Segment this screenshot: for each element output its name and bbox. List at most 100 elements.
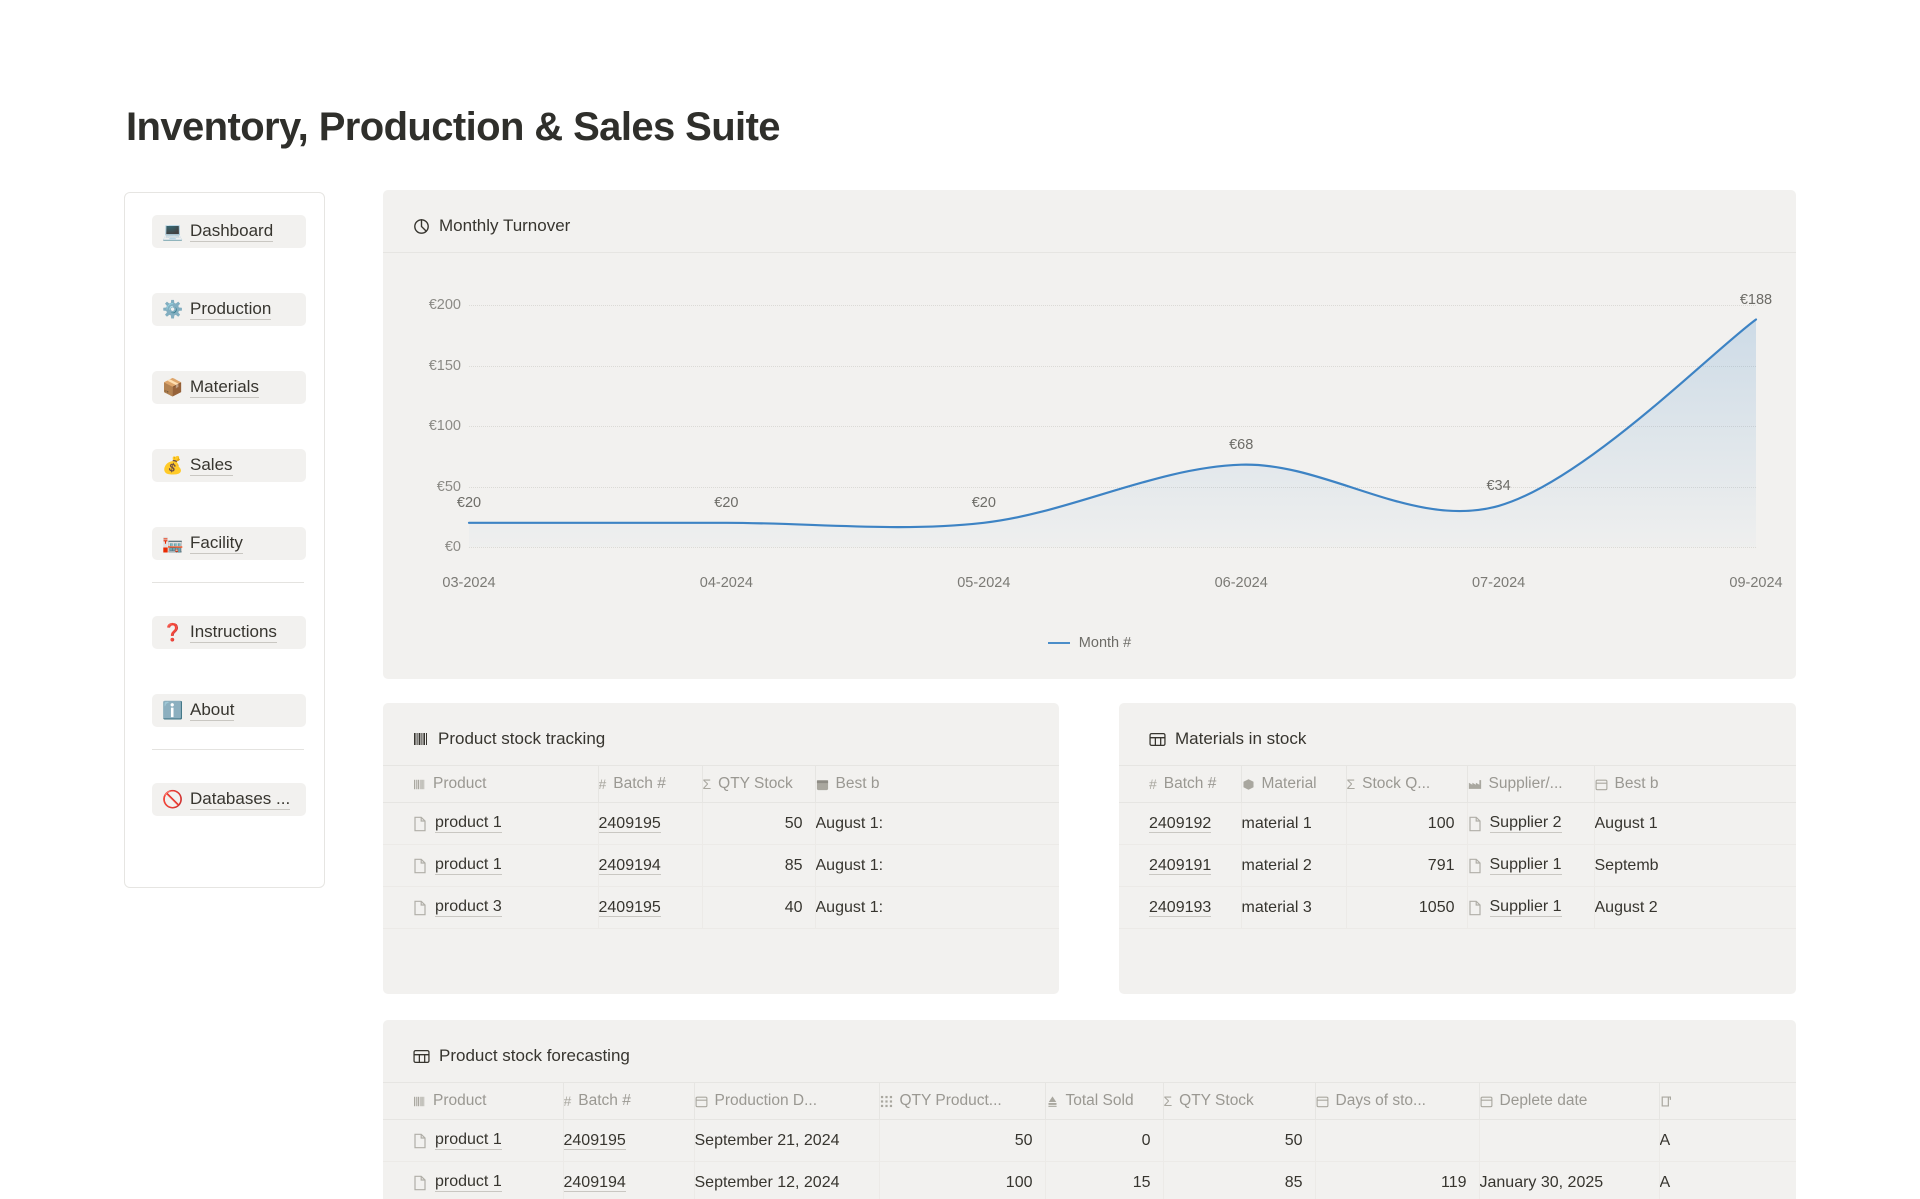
- cell-qty-stock: 50: [702, 802, 816, 845]
- col-extra[interactable]: [1659, 1082, 1796, 1120]
- sidebar-item-instructions[interactable]: ❓ Instructions: [152, 616, 306, 649]
- page-icon: [413, 858, 427, 874]
- col-qty-stock[interactable]: Σ QTY Stock: [1163, 1082, 1316, 1120]
- col-material[interactable]: Material: [1241, 765, 1347, 803]
- table-row[interactable]: 2409191 material 2 791 Supplier 1 Septemb: [1119, 844, 1796, 887]
- cell-batch[interactable]: 2409192: [1119, 802, 1242, 845]
- cell-text: product 3: [435, 898, 502, 917]
- col-product[interactable]: Product: [383, 765, 599, 803]
- col-stock-qty[interactable]: Σ Stock Q...: [1346, 765, 1468, 803]
- table-header-row: Product # Batch # Production D... QTY Pr…: [383, 1082, 1796, 1120]
- cell-text: 2409192: [1149, 814, 1212, 833]
- cell-product[interactable]: product 1: [383, 1161, 564, 1199]
- cell-batch[interactable]: 2409193: [1119, 886, 1242, 929]
- sidebar-item-materials[interactable]: 📦 Materials: [152, 371, 306, 404]
- hash-icon: #: [598, 776, 607, 792]
- cell-batch[interactable]: 2409195: [598, 802, 703, 845]
- table-row[interactable]: product 1 2409194 September 12, 2024 100 15 8…: [383, 1161, 1796, 1199]
- col-batch[interactable]: # Batch #: [598, 765, 703, 803]
- cell-text: product 1: [435, 856, 502, 875]
- cell-batch[interactable]: 2409195: [563, 1119, 695, 1162]
- prohibited-icon: 🚫: [162, 790, 184, 809]
- table-row[interactable]: product 1 2409195 50 August 1:: [383, 802, 1059, 845]
- page-icon: [1468, 816, 1482, 832]
- sidebar-item-production[interactable]: ⚙️ Production: [152, 293, 306, 326]
- cell-text: 2409195: [598, 814, 661, 833]
- col-production-date[interactable]: Production D...: [694, 1082, 880, 1120]
- cell-text: 2409194: [598, 856, 661, 875]
- card-title: Product stock forecasting: [439, 1046, 630, 1065]
- card-header: Materials in stock: [1119, 703, 1796, 765]
- cell-supplier[interactable]: Supplier 1: [1467, 844, 1595, 887]
- cell-supplier[interactable]: Supplier 2: [1467, 802, 1595, 845]
- cell-qty-stock: 85: [1163, 1161, 1316, 1199]
- calendar-icon: [1316, 1095, 1329, 1108]
- cell-product[interactable]: product 1: [383, 802, 599, 845]
- col-total-sold[interactable]: Total Sold: [1045, 1082, 1164, 1120]
- legend-label: Month #: [1078, 635, 1132, 651]
- col-best-before[interactable]: Best b: [1594, 765, 1796, 803]
- col-days-of-stock[interactable]: Days of sto...: [1315, 1082, 1480, 1120]
- table-row[interactable]: product 1 2409194 85 August 1:: [383, 844, 1059, 887]
- cell-stock-qty: 100: [1346, 802, 1468, 845]
- sidebar-item-dashboard[interactable]: 💻 Dashboard: [152, 215, 306, 248]
- sidebar-item-about[interactable]: ℹ️ About: [152, 694, 306, 727]
- chart-point-label: €34: [1486, 477, 1511, 494]
- col-product[interactable]: Product: [383, 1082, 564, 1120]
- col-best-before[interactable]: Best b: [815, 765, 1059, 803]
- col-label: QTY Stock: [718, 775, 793, 792]
- cell-text: Supplier 1: [1489, 898, 1562, 917]
- cell-best-before: Septemb: [1594, 844, 1796, 887]
- cell-product[interactable]: product 3: [383, 886, 599, 929]
- chart-point-label: €20: [456, 494, 482, 511]
- table-row[interactable]: 2409192 material 1 100 Supplier 2 August 1: [1119, 802, 1796, 845]
- cell-product[interactable]: product 1: [383, 1119, 564, 1162]
- cell-batch[interactable]: 2409194: [598, 844, 703, 887]
- cell-product[interactable]: product 1: [383, 844, 599, 887]
- col-label: Supplier/...: [1488, 775, 1563, 792]
- sidebar-item-facility[interactable]: 🏣 Facility: [152, 527, 306, 560]
- cell-text: product 1: [435, 1173, 502, 1192]
- sidebar-item-label: Sales: [190, 455, 233, 477]
- col-deplete-date[interactable]: Deplete date: [1479, 1082, 1660, 1120]
- cell-batch[interactable]: 2409194: [563, 1161, 695, 1199]
- barcode-icon: [413, 779, 426, 790]
- col-qty-stock[interactable]: Σ QTY Stock: [702, 765, 816, 803]
- cell-supplier[interactable]: Supplier 1: [1467, 886, 1595, 929]
- page-icon: [1468, 900, 1482, 916]
- cell-qty-stock: 85: [702, 844, 816, 887]
- table-row[interactable]: product 1 2409195 September 21, 2024 50 0 50 A: [383, 1119, 1796, 1162]
- col-batch[interactable]: # Batch #: [1119, 765, 1242, 803]
- col-label: Product: [433, 775, 487, 792]
- sidebar-item-databases[interactable]: 🚫 Databases ...: [152, 783, 306, 816]
- cell-material: material 2: [1241, 844, 1347, 887]
- cell-text: 2409194: [563, 1173, 626, 1192]
- table-row[interactable]: 2409193 material 3 1050 Supplier 1 August 2: [1119, 886, 1796, 929]
- cell-batch[interactable]: 2409191: [1119, 844, 1242, 887]
- question-mark-icon: ❓: [162, 623, 184, 642]
- barcode-icon: [413, 732, 429, 746]
- gem-icon: [1242, 778, 1255, 791]
- cell-extra: A: [1659, 1161, 1796, 1199]
- cell-text: 2409191: [1149, 856, 1212, 875]
- calendar-icon: [695, 1095, 708, 1108]
- pie-chart-icon: [413, 218, 430, 235]
- col-label: Batch #: [578, 1092, 631, 1109]
- cell-batch[interactable]: 2409195: [598, 886, 703, 929]
- table-row[interactable]: product 3 2409195 40 August 1:: [383, 886, 1059, 929]
- table-header-row: # Batch # Material Σ Stock Q... Supplier…: [1119, 765, 1796, 803]
- col-label: Days of sto...: [1335, 1092, 1426, 1109]
- page-icon: [413, 1175, 427, 1191]
- col-supplier[interactable]: Supplier/...: [1467, 765, 1595, 803]
- laptop-icon: 💻: [162, 222, 184, 241]
- sidebar-item-label: Production: [190, 299, 272, 321]
- col-batch[interactable]: # Batch #: [563, 1082, 695, 1120]
- app-page: Inventory, Production & Sales Suite 💻 Da…: [0, 0, 1920, 1199]
- cell-text: Supplier 1: [1489, 856, 1562, 875]
- sidebar-item-sales[interactable]: 💰 Sales: [152, 449, 306, 482]
- cell-total-sold: 0: [1045, 1119, 1164, 1162]
- col-qty-produced[interactable]: QTY Product...: [879, 1082, 1046, 1120]
- chart-point-label: €20: [971, 494, 996, 511]
